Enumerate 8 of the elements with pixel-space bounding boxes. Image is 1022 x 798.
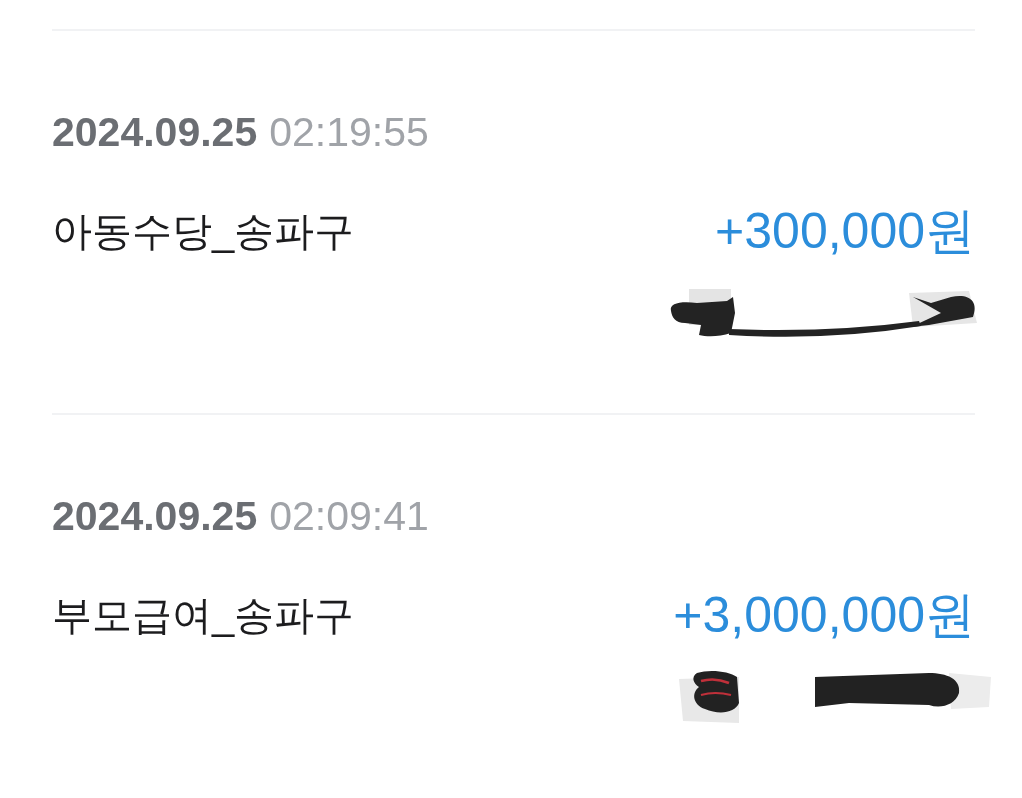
transaction-amount: +3,000,000원 [673, 585, 975, 645]
transaction-time: 02:09:41 [269, 492, 429, 540]
transaction-amount: +300,000원 [715, 201, 975, 261]
transaction-date: 2024.09.25 [52, 492, 258, 540]
transaction-description: 아동수당_송파구 [52, 207, 355, 255]
transaction-date: 2024.09.25 [52, 108, 258, 156]
transaction-description: 부모급여_송파구 [52, 591, 355, 639]
transaction-time: 02:19:55 [269, 108, 429, 156]
